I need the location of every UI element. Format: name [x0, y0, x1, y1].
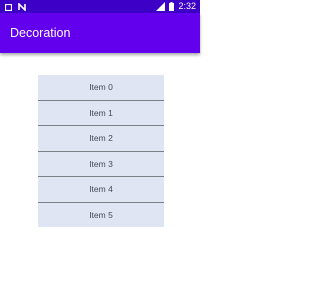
list-item[interactable]: Item 3 — [38, 152, 164, 177]
list-item[interactable]: Item 4 — [38, 177, 164, 203]
app-title: Decoration — [10, 26, 71, 40]
status-indicators: 2:32 — [156, 0, 196, 13]
app-bar: Decoration — [0, 13, 200, 53]
status-bar: 2:32 — [0, 0, 200, 13]
list-item[interactable]: Item 2 — [38, 126, 164, 152]
decorated-list[interactable]: Item 0 Item 1 Item 2 Item 3 Item 4 Item … — [38, 75, 164, 227]
notification-area — [4, 1, 26, 12]
list-item[interactable]: Item 0 — [38, 75, 164, 101]
list-item[interactable]: Item 5 — [38, 203, 164, 228]
status-time: 2:32 — [178, 1, 196, 11]
list-item[interactable]: Item 1 — [38, 101, 164, 126]
